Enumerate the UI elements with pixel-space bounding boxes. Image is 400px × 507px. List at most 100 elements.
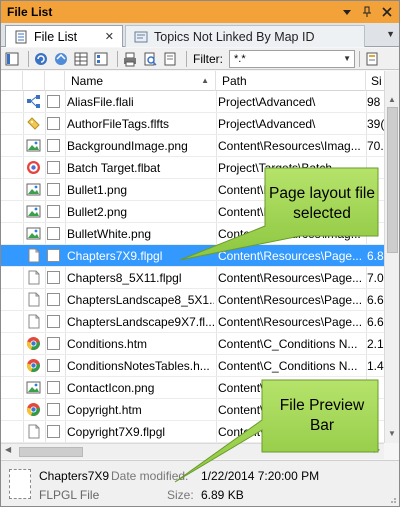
- scroll-down-icon[interactable]: ▼: [388, 429, 396, 438]
- file-type-cell: [23, 267, 43, 289]
- row-checkbox[interactable]: [47, 117, 60, 130]
- file-type-cell: [23, 223, 43, 245]
- tab-strip: File List ✕ Topics Not Linked By Map ID …: [1, 23, 399, 47]
- file-path-cell: Project\Advanced\: [218, 117, 316, 131]
- page-setup-icon[interactable]: [162, 51, 178, 67]
- row-checkbox[interactable]: [47, 183, 60, 196]
- callout-line: selected: [293, 205, 351, 222]
- checkbox-cell: [47, 157, 63, 179]
- close-icon[interactable]: [379, 4, 395, 20]
- table-row[interactable]: Chapters7X9.flpgl Content\Resources\Page.…: [1, 245, 384, 267]
- title-bar: File List: [1, 1, 399, 23]
- callout-page-layout-text: Page layout file selected: [266, 184, 378, 224]
- row-checkbox[interactable]: [47, 337, 60, 350]
- file-path-cell: Content\Resources\Page...: [218, 315, 363, 329]
- scroll-left-icon[interactable]: ◀: [5, 445, 11, 454]
- page-layout-icon: [26, 248, 41, 263]
- scroll-up-icon[interactable]: ▲: [388, 95, 396, 104]
- tab-topics-not-linked[interactable]: Topics Not Linked By Map ID: [125, 25, 365, 47]
- file-size-cell: 70.: [367, 139, 384, 153]
- file-name-cell: Chapters7X9.flpgl: [67, 249, 163, 263]
- table-row[interactable]: AliasFile.flali Project\Advanced\ 98: [1, 91, 384, 113]
- table-row[interactable]: AuthorFileTags.flfts Project\Advanced\ 39(: [1, 113, 384, 135]
- table-row[interactable]: ConditionsNotesTables.h... Content\C_Cond…: [1, 355, 384, 377]
- file-path-cell: Content\C_Conditions N...: [218, 337, 358, 351]
- scroll-thumb[interactable]: [19, 447, 83, 457]
- toolbar: Filter: *.* ▼: [1, 48, 399, 70]
- properties-icon[interactable]: [364, 51, 380, 67]
- column-header-path[interactable]: Path: [216, 71, 366, 91]
- file-path-cell: Project\Targets\Batch...: [218, 161, 343, 175]
- file-type-cell: [23, 289, 43, 311]
- callout-preview-bar-text: File Preview Bar: [266, 396, 378, 436]
- table-row[interactable]: Batch Target.flbat Project\Targets\Batch.…: [1, 157, 384, 179]
- file-path-cell: Project\Advanced\: [218, 95, 316, 109]
- table-row[interactable]: ChaptersLandscape8_5X1... Content\Resourc…: [1, 289, 384, 311]
- row-checkbox[interactable]: [47, 403, 60, 416]
- table-row[interactable]: Chapters8_5X11.flpgl Content\Resources\Pa…: [1, 267, 384, 289]
- vertical-scrollbar[interactable]: ▲ ▼: [384, 71, 399, 443]
- row-checkbox[interactable]: [47, 381, 60, 394]
- row-checkbox[interactable]: [47, 425, 60, 438]
- file-name-cell: ChaptersLandscape9X7.fl...: [67, 315, 214, 329]
- tab-label: File List: [34, 29, 78, 44]
- file-type-cell: [23, 113, 43, 135]
- tab-file-list[interactable]: File List ✕: [5, 25, 123, 47]
- details-view-icon[interactable]: [93, 51, 109, 67]
- print-preview-icon[interactable]: [142, 51, 158, 67]
- row-checkbox[interactable]: [47, 95, 60, 108]
- callout-line: Page layout file: [269, 185, 375, 202]
- column-header-check[interactable]: [45, 71, 65, 91]
- row-checkbox[interactable]: [47, 205, 60, 218]
- toolbar-separator: [28, 50, 29, 67]
- image-icon: [26, 204, 41, 219]
- row-checkbox[interactable]: [47, 359, 60, 372]
- file-size-cell: 39(: [367, 117, 384, 131]
- column-header-icon[interactable]: [1, 71, 23, 91]
- print-icon[interactable]: [122, 51, 138, 67]
- filter-dropdown[interactable]: *.* ▼: [229, 49, 355, 68]
- grid-view-icon[interactable]: [73, 51, 89, 67]
- file-path-cell: Content\Resources\Imag...: [218, 139, 361, 153]
- row-checkbox[interactable]: [47, 249, 60, 262]
- column-header-size[interactable]: Si: [366, 71, 386, 91]
- row-checkbox[interactable]: [47, 227, 60, 240]
- table-row[interactable]: ChaptersLandscape9X7.fl... Content\Resour…: [1, 311, 384, 333]
- horizontal-scrollbar[interactable]: ◀ ▶: [1, 443, 384, 459]
- scroll-right-icon[interactable]: ▶: [374, 445, 380, 454]
- dropdown-icon[interactable]: [339, 4, 355, 20]
- columns-icon[interactable]: [4, 51, 20, 67]
- checkbox-cell: [47, 421, 63, 443]
- row-checkbox[interactable]: [47, 271, 60, 284]
- refresh-icon[interactable]: [33, 51, 49, 67]
- table-row[interactable]: BackgroundImage.png Content\Resources\Ima…: [1, 135, 384, 157]
- sync-icon[interactable]: [53, 51, 69, 67]
- chrome-icon: [26, 402, 41, 417]
- close-tab-icon[interactable]: ✕: [105, 30, 114, 43]
- file-name-cell: Conditions.htm: [67, 337, 148, 351]
- chevron-down-icon[interactable]: ▼: [343, 51, 351, 67]
- table-row[interactable]: BulletWhite.png Content\Resources\Imag...: [1, 223, 384, 245]
- checkbox-cell: [47, 91, 63, 113]
- file-type-cell: [23, 201, 43, 223]
- file-list-grid: AliasFile.flali Project\Advanced\ 98 Author…: [1, 91, 384, 443]
- table-row[interactable]: Conditions.htm Content\C_Conditions N... 2…: [1, 333, 384, 355]
- checkbox-cell: [47, 377, 63, 399]
- callout-line: File Preview: [279, 397, 365, 414]
- file-type-cell: [23, 355, 43, 377]
- column-header-status[interactable]: [23, 71, 45, 91]
- checkbox-cell: [47, 135, 63, 157]
- file-size-cell: [367, 223, 384, 245]
- tab-overflow-icon[interactable]: ▼: [386, 29, 395, 39]
- file-path-cell: Content\Resources\Page...: [218, 271, 363, 285]
- row-checkbox[interactable]: [47, 315, 60, 328]
- row-checkbox[interactable]: [47, 293, 60, 306]
- resize-grip-icon[interactable]: [387, 494, 397, 504]
- checkbox-cell: [47, 355, 63, 377]
- column-size-label: Si: [371, 74, 382, 88]
- column-header-name[interactable]: Name ▲: [65, 71, 216, 91]
- scroll-thumb[interactable]: [387, 107, 398, 253]
- pin-icon[interactable]: [359, 4, 375, 20]
- row-checkbox[interactable]: [47, 139, 60, 152]
- row-checkbox[interactable]: [47, 161, 60, 174]
